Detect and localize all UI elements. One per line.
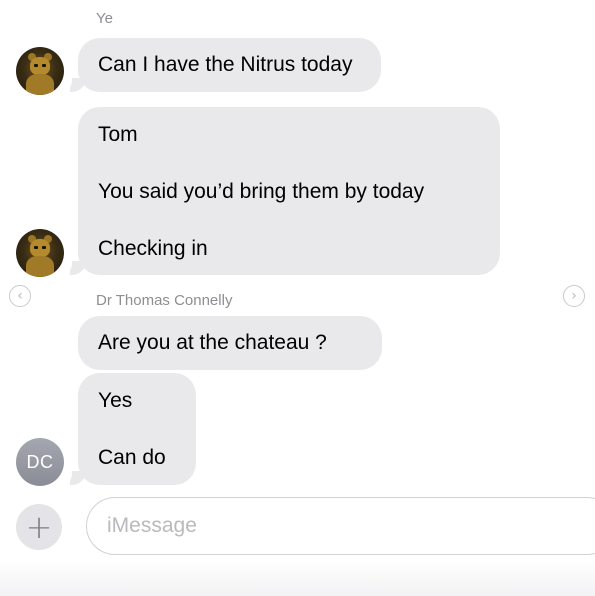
contact-avatar[interactable] [16,47,64,95]
message-text: Can do [98,446,166,469]
message-input[interactable] [107,498,557,553]
message-text: Tom [98,123,138,146]
message-text: Checking in [98,237,208,260]
chevron-left-glyph: ‹ [17,288,23,304]
chevron-left-icon[interactable]: ‹ [9,285,31,307]
sender-name-dr-thomas-connelly: Dr Thomas Connelly [96,292,233,309]
keyboard-area-shade [0,560,595,596]
bubble-tail [60,467,86,487]
message-bubble[interactable]: Are you at the chateau ? [78,316,382,370]
avatar-initials-text: DC [26,451,54,472]
bubble-tail [60,257,86,277]
message-text: Can I have the Nitrus today [98,53,353,76]
message-input-container[interactable] [86,497,595,555]
contact-avatar[interactable] [16,229,64,277]
chevron-right-glyph: › [571,288,577,304]
contact-avatar-initials[interactable]: DC [16,438,64,486]
sender-name-ye: Ye [96,10,113,27]
bubble-tail [60,74,86,94]
message-bubble[interactable]: Can I have the Nitrus today [78,38,381,92]
plus-icon: + [25,508,53,546]
message-text: Are you at the chateau ? [98,331,327,354]
message-bubble[interactable]: Tom You said you’d bring them by today C… [78,107,500,275]
message-bubble[interactable]: Yes Can do [78,373,196,485]
message-text: Yes [98,389,133,412]
add-attachment-button[interactable]: + [16,504,62,550]
message-text: You said you’d bring them by today [98,180,425,203]
chevron-right-icon[interactable]: › [563,285,585,307]
